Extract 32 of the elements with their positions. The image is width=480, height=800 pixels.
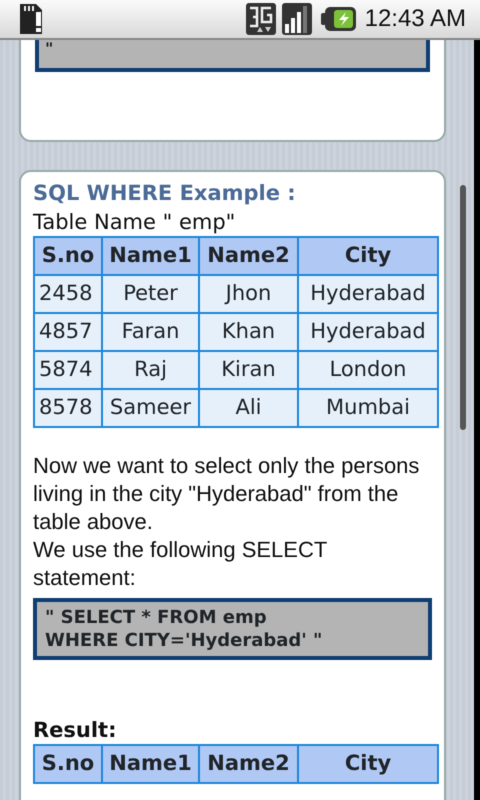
table-caption: Table Name " emp" (33, 209, 236, 236)
column-header: Name2 (199, 237, 298, 275)
table-cell: Peter (102, 275, 199, 313)
table-cell: Kiran (199, 351, 298, 389)
table-cell: Mumbai (298, 389, 438, 427)
paragraph: Now we want to select only the persons living in the city "Hyderabad" from the table above. (33, 452, 420, 536)
table-cell: Ali (199, 389, 298, 427)
column-header: S.no (34, 745, 102, 783)
table-cell: Raj (102, 351, 199, 389)
table-cell: 8578 (34, 389, 102, 427)
column-header: S.no (34, 237, 102, 275)
code-block: " SELECT * FROM emp WHERE CITY='Hyderabad' " (33, 598, 432, 660)
table-cell: London (298, 351, 438, 389)
table-cell: Sameer (102, 389, 199, 427)
column-header: City (298, 237, 438, 275)
section-title: SQL WHERE Example : (33, 180, 297, 207)
clock-time: 12:43 AM (364, 4, 466, 34)
table-cell: 5874 (34, 351, 102, 389)
table-cell: Faran (102, 313, 199, 351)
column-header: City (298, 745, 438, 783)
result-label: Result: (33, 717, 118, 744)
code-block: " (35, 40, 430, 72)
table-cell: Jhon (199, 275, 298, 313)
column-header: Name1 (102, 237, 199, 275)
table-cell: Hyderabad (298, 313, 438, 351)
table-cell: 4857 (34, 313, 102, 351)
paragraph: We use the following SELECT statement: (33, 536, 328, 592)
column-header: Name2 (199, 745, 298, 783)
column-header: Name1 (102, 745, 199, 783)
table-cell: 2458 (34, 275, 102, 313)
table-cell: Hyderabad (298, 275, 438, 313)
table-cell: Khan (199, 313, 298, 351)
